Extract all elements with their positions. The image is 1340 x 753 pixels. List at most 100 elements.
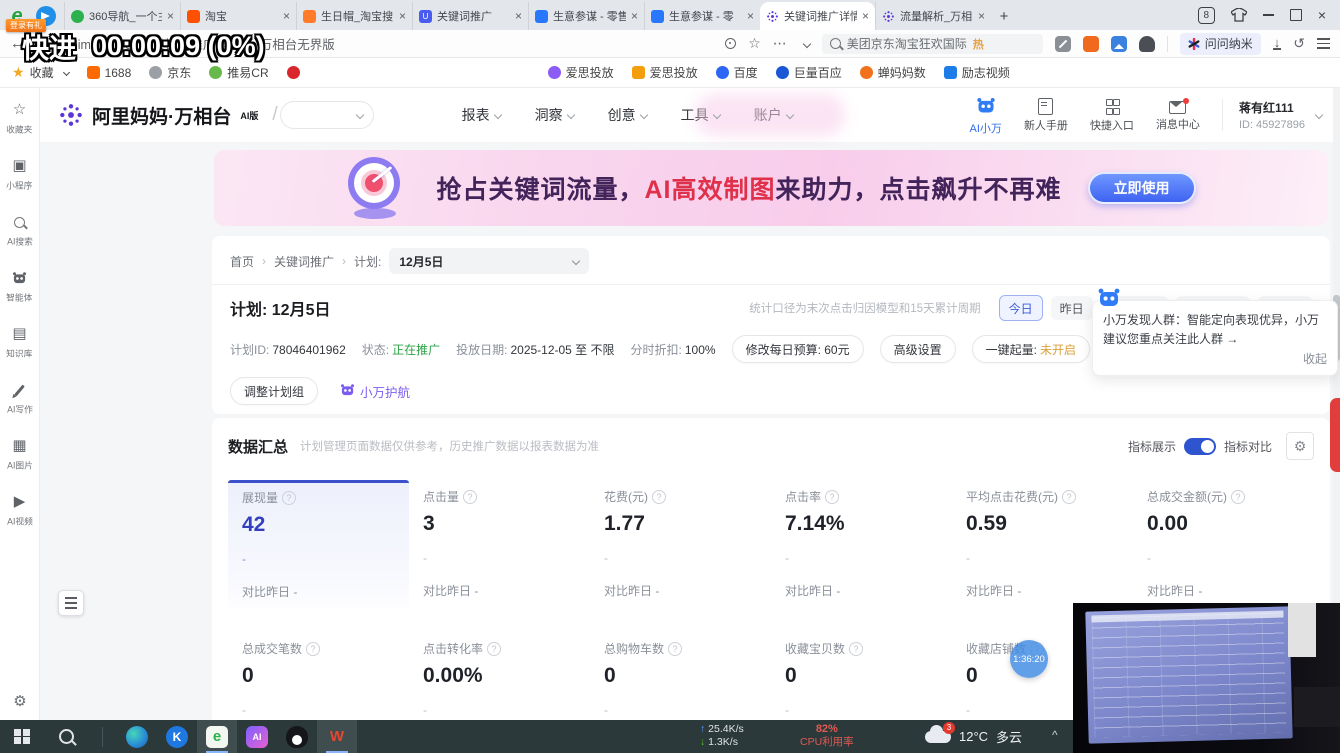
sidebar-item-ai-image[interactable]: ▦ AI图片	[6, 438, 34, 472]
browser-tab-keyword-detail-active[interactable]: 关键词推广详情 ×	[760, 2, 875, 30]
metric-card-ctr[interactable]: 点击率? 7.14% - 对比昨日 -	[771, 480, 952, 608]
sidebar-item-knowledge-base[interactable]: ▤ 知识库	[5, 326, 34, 360]
browser-tab-traffic-analysis[interactable]: 流量解析_万相 ×	[875, 2, 991, 30]
taskbar-app-ai[interactable]: AI	[237, 720, 277, 753]
tab-close-icon[interactable]: ×	[747, 9, 754, 23]
settings-gear-icon[interactable]: ⚙	[0, 692, 40, 710]
one-key-boost-button[interactable]: 一键起量: 未开启	[971, 335, 1090, 363]
banner-cta-button[interactable]: 立即使用	[1087, 172, 1196, 204]
sidebar-item-ai-search[interactable]: AI搜索	[6, 214, 34, 248]
theme-shirt-icon[interactable]	[1230, 8, 1247, 22]
metric-card-item-favorites[interactable]: 收藏宝贝数? 0 - 对比昨日 -	[771, 632, 952, 720]
bookmark-aisi-1[interactable]: 爱思投放	[547, 64, 614, 81]
metric-card-orders[interactable]: 总成交笔数? 0 - 对比昨日 -	[228, 632, 409, 720]
browser-tab-sycm-2[interactable]: 生意参谋 - 零 ×	[644, 2, 760, 30]
browser-tab-360nav[interactable]: 360导航_一个主 ×	[64, 2, 180, 30]
bookmark-lizhi[interactable]: 励志视频	[943, 64, 1010, 81]
breadcrumb-keyword-promo[interactable]: 关键词推广	[274, 253, 334, 270]
sidebar-item-ai-writing[interactable]: AI写作	[6, 382, 34, 416]
start-button[interactable]	[0, 720, 44, 753]
browser-tab-taobao[interactable]: 淘宝 ×	[180, 2, 296, 30]
tab-close-icon[interactable]: ×	[862, 9, 869, 23]
taskbar-search-button[interactable]	[44, 720, 88, 753]
advanced-settings-button[interactable]: 高级设置	[879, 335, 956, 363]
minimize-button[interactable]	[1262, 14, 1274, 16]
nav-insights[interactable]: 洞察	[535, 105, 575, 125]
range-today-button[interactable]: 今日	[998, 295, 1043, 321]
taskbar-app-qq[interactable]	[277, 720, 317, 753]
side-panel-toggle-button[interactable]	[58, 590, 84, 616]
summary-settings-gear-icon[interactable]: ⚙	[1286, 432, 1314, 460]
game-center-icon[interactable]	[1082, 35, 1099, 52]
bookmark-tuiyi[interactable]: 推易CR	[209, 64, 269, 81]
bookmark-chanmama[interactable]: 蝉妈妈数	[859, 64, 926, 81]
tab-close-icon[interactable]: ×	[283, 9, 290, 23]
browser-tab-keyword-promo[interactable]: U 关键词推广 ×	[412, 2, 528, 30]
metric-card-gmv[interactable]: 总成交金额(元)? 0.00 - 对比昨日 -	[1133, 480, 1314, 608]
tab-count-badge[interactable]: 8	[1197, 6, 1215, 24]
metric-card-cvr[interactable]: 点击转化率? 0.00% - 对比昨日 -	[409, 632, 590, 720]
chevron-down-icon[interactable]	[802, 39, 811, 48]
metric-card-impressions[interactable]: 展现量? 42 - 对比昨日 -	[228, 480, 409, 608]
bookmark-star-icon[interactable]: ☆	[748, 35, 761, 52]
user-menu[interactable]: 蒋有红111 ID: 45927896	[1221, 99, 1324, 131]
undo-icon[interactable]: ↺	[1293, 35, 1305, 52]
window-close-button[interactable]: ×	[1318, 7, 1326, 23]
taskbar-app-k[interactable]: K	[157, 720, 197, 753]
tray-expand-icon[interactable]: ^	[1052, 728, 1058, 742]
tab-close-icon[interactable]: ×	[167, 9, 174, 23]
menu-icon[interactable]	[1317, 38, 1330, 49]
network-speed-indicator[interactable]: ↑ 25.4K/s ↓ 1.3K/s	[700, 723, 744, 749]
omni-search-box[interactable]: 美团京东淘宝狂欢国际 热	[821, 33, 1043, 54]
maximize-button[interactable]	[1289, 9, 1302, 21]
nav-reports[interactable]: 报表	[462, 105, 502, 125]
weather-widget[interactable]: 3 12°C 多云	[925, 720, 1022, 753]
metric-card-avg-cpc[interactable]: 平均点击花费(元)? 0.59 - 对比昨日 -	[952, 480, 1133, 608]
product-switcher-dropdown[interactable]	[279, 101, 374, 129]
download-icon[interactable]: ↓	[1272, 36, 1282, 50]
metric-card-cost[interactable]: 花费(元)? 1.77 - 对比昨日 -	[590, 480, 771, 608]
sidebar-item-mini-programs[interactable]: ▣ 小程序	[5, 158, 34, 192]
tab-close-icon[interactable]: ×	[399, 9, 406, 23]
metric-display-toggle[interactable]	[1183, 437, 1216, 455]
message-center-button[interactable]: 消息中心	[1156, 98, 1200, 132]
bookmark-jd[interactable]: 京东	[149, 64, 191, 81]
breadcrumb-home[interactable]: 首页	[230, 253, 254, 270]
location-icon[interactable]	[725, 38, 737, 49]
plan-select-dropdown[interactable]: 12月5日	[389, 248, 590, 274]
tooltip-collapse-link[interactable]: 收起	[1303, 350, 1327, 367]
sidebar-item-favorites[interactable]: ☆ 收藏夹	[5, 102, 34, 136]
taskbar-app-360-browser[interactable]: e	[197, 720, 237, 753]
edit-daily-budget-button[interactable]: 修改每日预算: 60元	[731, 335, 864, 363]
metric-card-cart-adds[interactable]: 总购物车数? 0 - 对比昨日 -	[590, 632, 771, 720]
new-tab-button[interactable]: +	[991, 3, 1017, 29]
capture-tool-icon[interactable]	[1110, 35, 1127, 52]
xiaowan-escort-button[interactable]: 小万护航	[340, 382, 410, 401]
bookmark-juliang[interactable]: 巨量百应	[775, 64, 842, 81]
tab-close-icon[interactable]: ×	[978, 9, 985, 23]
browser-tab-birthday-hat[interactable]: 生日帽_淘宝搜 ×	[296, 2, 412, 30]
taskbar-app-wps[interactable]: W	[317, 720, 357, 753]
nav-creative[interactable]: 创意	[608, 105, 648, 125]
screenshot-cut-icon[interactable]	[1054, 35, 1071, 52]
brand-logo[interactable]: 阿里妈妈·万相台 AI版 /	[58, 102, 280, 129]
tab-close-icon[interactable]: ×	[631, 9, 638, 23]
cpu-usage-indicator[interactable]: 82% CPU利用率	[800, 723, 854, 749]
quick-entry-button[interactable]: 快捷入口	[1090, 97, 1134, 134]
range-yesterday-button[interactable]: 昨日	[1050, 296, 1093, 320]
bookmark-baidu[interactable]: 百度	[715, 64, 758, 81]
sidebar-item-ai-video[interactable]: ▶ AI视频	[6, 494, 34, 528]
bookmark-aisi-2[interactable]: 爱思投放	[631, 64, 698, 81]
bookmark-1688[interactable]: 1688	[86, 66, 131, 80]
ai-xiaowan-button[interactable]: AI小万	[970, 95, 1002, 136]
adjust-plan-group-button[interactable]: 调整计划组	[230, 377, 319, 405]
taskbar-app-edge[interactable]	[117, 720, 157, 753]
tab-close-icon[interactable]: ×	[515, 9, 522, 23]
bookmark-favorites[interactable]: ★ 收藏	[12, 64, 70, 81]
browser-tab-sycm-1[interactable]: 生意参谋 - 零售 ×	[528, 2, 644, 30]
more-actions-icon[interactable]: ⋯	[773, 35, 787, 52]
newbie-manual-button[interactable]: 新人手册	[1024, 97, 1068, 133]
promo-banner[interactable]: 抢占关键词流量，AI高效制图来助力，点击飙升不再难 立即使用	[214, 150, 1328, 226]
extensions-icon[interactable]	[1138, 35, 1155, 52]
metric-card-clicks[interactable]: 点击量? 3 - 对比昨日 -	[409, 480, 590, 608]
